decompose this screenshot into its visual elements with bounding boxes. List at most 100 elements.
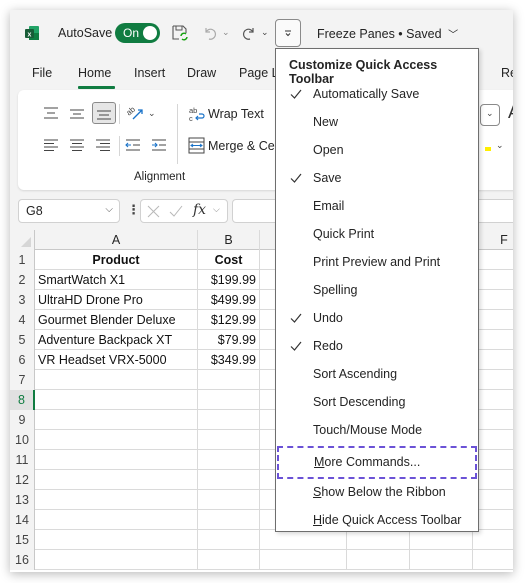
cell[interactable]	[473, 390, 513, 410]
cell[interactable]	[198, 390, 260, 410]
undo-dropdown-icon[interactable]: ⌄	[222, 27, 230, 38]
row-header[interactable]: 2	[10, 270, 35, 290]
cell[interactable]	[198, 510, 260, 530]
cell[interactable]: SmartWatch X1	[35, 270, 198, 290]
cell[interactable]	[473, 250, 513, 270]
menu-item-print-preview-and-print[interactable]: Print Preview and Print	[276, 249, 478, 277]
menu-item-redo[interactable]: Redo	[276, 333, 478, 361]
row-header[interactable]: 12	[10, 470, 35, 490]
cell[interactable]	[35, 450, 198, 470]
menu-item-quick-print[interactable]: Quick Print	[276, 221, 478, 249]
cell[interactable]: Gourmet Blender Deluxe	[35, 310, 198, 330]
cell[interactable]	[35, 490, 198, 510]
wrap-text-button[interactable]: Wrap Text	[208, 107, 264, 121]
column-header-f[interactable]: F	[473, 230, 513, 250]
menu-item-save[interactable]: Save	[276, 165, 478, 193]
cell[interactable]: Cost	[198, 250, 260, 270]
row-header[interactable]: 10	[10, 430, 35, 450]
tab-review[interactable]: Rev	[501, 66, 513, 80]
cell[interactable]	[473, 310, 513, 330]
menu-item-automatically-save[interactable]: Automatically Save	[276, 81, 478, 109]
cell[interactable]	[198, 370, 260, 390]
menu-item-undo[interactable]: Undo	[276, 305, 478, 333]
cell[interactable]	[35, 370, 198, 390]
align-left-icon[interactable]	[42, 137, 60, 153]
fill-color-dropdown-icon[interactable]: ⌄	[496, 140, 504, 151]
menu-item-hide-qat[interactable]: Hide Quick Access Toolbar	[276, 507, 478, 535]
orientation-icon[interactable]: ab	[124, 103, 146, 123]
row-header[interactable]: 11	[10, 450, 35, 470]
menu-item-spelling[interactable]: Spelling	[276, 277, 478, 305]
cell[interactable]	[198, 490, 260, 510]
tab-draw[interactable]: Draw	[187, 66, 216, 80]
cell[interactable]: UltraHD Drone Pro	[35, 290, 198, 310]
increase-font-size-icon[interactable]: A^	[508, 102, 513, 123]
row-header[interactable]: 6	[10, 350, 35, 370]
merge-center-button[interactable]: Merge & Cent	[208, 139, 285, 153]
cell[interactable]: $79.99	[198, 330, 260, 350]
redo-dropdown-icon[interactable]: ⌄	[261, 27, 269, 38]
row-header[interactable]: 4	[10, 310, 35, 330]
cell[interactable]: Product	[35, 250, 198, 270]
cell[interactable]	[35, 530, 198, 550]
row-header[interactable]: 13	[10, 490, 35, 510]
cell[interactable]: VR Headset VRX-5000	[35, 350, 198, 370]
tab-home[interactable]: Home	[78, 66, 111, 80]
menu-item-more-commands[interactable]: More Commands...	[277, 446, 477, 479]
select-all-button[interactable]	[10, 230, 35, 250]
row-header[interactable]: 16	[10, 550, 35, 570]
align-top-icon[interactable]	[42, 105, 60, 121]
cell[interactable]	[410, 550, 473, 570]
cell[interactable]	[473, 350, 513, 370]
row-header[interactable]: 5	[10, 330, 35, 350]
cell[interactable]: $499.99	[198, 290, 260, 310]
column-header-a[interactable]: A	[35, 230, 198, 250]
cell[interactable]: $199.99	[198, 270, 260, 290]
row-header[interactable]: 15	[10, 530, 35, 550]
cell[interactable]	[198, 410, 260, 430]
cell[interactable]	[198, 450, 260, 470]
cell[interactable]	[473, 270, 513, 290]
cell[interactable]	[473, 550, 513, 570]
cell[interactable]	[473, 470, 513, 490]
cell[interactable]	[473, 370, 513, 390]
cell[interactable]	[198, 470, 260, 490]
tab-file[interactable]: File	[32, 66, 52, 80]
cell[interactable]	[35, 510, 198, 530]
cell[interactable]	[35, 470, 198, 490]
tab-insert[interactable]: Insert	[134, 66, 165, 80]
cell[interactable]	[473, 450, 513, 470]
autosave-toggle[interactable]: On	[115, 23, 160, 43]
row-header[interactable]: 9	[10, 410, 35, 430]
more-options-icon[interactable]: ⋮	[127, 202, 140, 218]
tab-page-layout[interactable]: Page L	[239, 66, 279, 80]
cancel-icon[interactable]	[147, 205, 160, 218]
align-bottom-button[interactable]	[92, 102, 116, 124]
cell[interactable]	[198, 550, 260, 570]
cell[interactable]	[473, 290, 513, 310]
customize-qat-button[interactable]	[275, 19, 301, 47]
align-middle-icon[interactable]	[68, 105, 86, 121]
undo-button[interactable]	[200, 24, 220, 42]
align-right-icon[interactable]	[94, 137, 112, 153]
cell[interactable]: $349.99	[198, 350, 260, 370]
decrease-indent-icon[interactable]	[124, 137, 142, 153]
cell[interactable]	[35, 410, 198, 430]
cell[interactable]	[35, 430, 198, 450]
cell[interactable]	[35, 390, 198, 410]
cell[interactable]	[347, 550, 410, 570]
cell[interactable]	[473, 530, 513, 550]
menu-item-email[interactable]: Email	[276, 193, 478, 221]
cell[interactable]: $129.99	[198, 310, 260, 330]
insert-function-icon[interactable]: fx	[193, 202, 206, 218]
menu-item-open[interactable]: Open	[276, 137, 478, 165]
menu-item-sort-descending[interactable]: Sort Descending	[276, 389, 478, 417]
cell[interactable]: Adventure Backpack XT	[35, 330, 198, 350]
document-status[interactable]: Freeze Panes • Saved ﹀	[317, 26, 458, 41]
redo-button[interactable]	[239, 24, 259, 42]
menu-item-show-below-ribbon[interactable]: Show Below the Ribbon	[276, 479, 478, 507]
row-header[interactable]: 14	[10, 510, 35, 530]
cell[interactable]	[473, 430, 513, 450]
cell[interactable]	[35, 550, 198, 570]
cell[interactable]	[473, 330, 513, 350]
